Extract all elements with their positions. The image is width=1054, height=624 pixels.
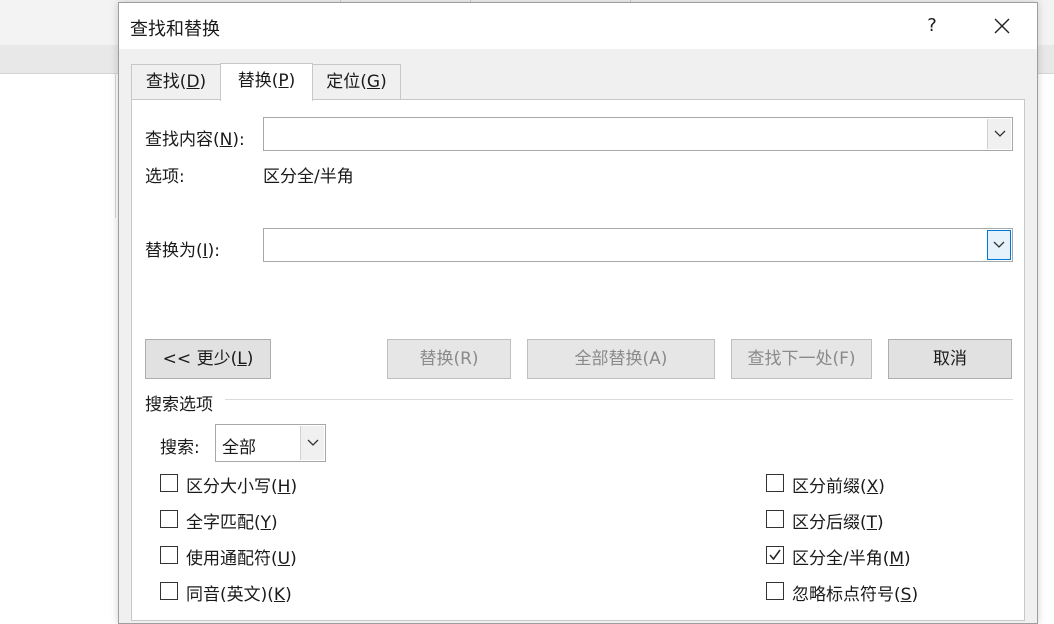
checkbox-label-text: 全字匹配( [186, 513, 261, 533]
checkbox-unchecked[interactable] [766, 510, 784, 528]
checkbox-access-key: T [866, 513, 878, 533]
tab-label-end: ) [380, 72, 387, 92]
replace-with-label: 替换为(I): [145, 236, 220, 261]
checkbox-label: 全字匹配(Y) [186, 508, 278, 533]
checkbox-unchecked[interactable] [160, 582, 178, 600]
close-button[interactable] [987, 11, 1017, 41]
search-direction-select[interactable]: 全部 [215, 424, 326, 462]
tab-label: 定位( [326, 72, 367, 92]
tab-access-key: D [186, 72, 200, 92]
replace-all-button[interactable]: 全部替换(A) [527, 339, 715, 379]
checkbox-access-key: S [900, 585, 912, 605]
chevron-down-icon [993, 241, 1005, 248]
replace-button[interactable]: 替换(R) [387, 339, 511, 379]
checkbox-label-text: 同音(英文)( [186, 585, 274, 605]
tab-access-key: P [278, 71, 289, 91]
checkbox-access-key: X [866, 477, 879, 497]
find-what-text-end: ): [232, 130, 245, 150]
less-button-label: << 更少( [162, 349, 238, 369]
tab-label: 替换( [237, 71, 279, 91]
help-button[interactable]: ? [919, 13, 945, 39]
search-direction-dropdown-button[interactable] [300, 426, 324, 460]
replace-with-dropdown-button[interactable] [987, 230, 1011, 260]
dialog-titlebar[interactable]: 查找和替换 ? [119, 3, 1037, 49]
tab-goto[interactable]: 定位(G) [312, 64, 401, 100]
find-replace-dialog: 查找和替换 ? 查找(D) 替换(P) 定位(G) 查找内容(N): 选项: 区… [118, 2, 1038, 624]
checkmark-icon [769, 549, 781, 561]
tab-access-key: G [366, 72, 381, 92]
less-button-label-end: ) [246, 349, 254, 369]
find-what-combo[interactable] [263, 117, 1013, 151]
close-icon [994, 18, 1010, 34]
replace-with-text: 替换为( [145, 241, 203, 261]
checkbox-label: 区分前缀(X) [792, 472, 885, 497]
checkbox-label: 使用通配符(U) [186, 544, 297, 569]
checkbox-unchecked[interactable] [160, 474, 178, 492]
checkbox-label-end: ) [878, 477, 885, 497]
checkbox-access-key: Y [260, 513, 272, 533]
search-direction-label: 搜索: [160, 438, 200, 458]
search-options-divider [225, 399, 1013, 400]
dialog-title: 查找和替换 [130, 19, 220, 40]
checkbox-access-key: H [277, 477, 291, 497]
find-what-dropdown-button[interactable] [987, 119, 1011, 149]
replace-with-text-end: ): [207, 241, 221, 261]
checkbox-label-end: ) [911, 585, 919, 605]
checkbox-label-text: 使用通配符( [186, 549, 278, 569]
checkbox-label-end: ) [285, 585, 292, 605]
checkbox-unchecked[interactable] [160, 510, 178, 528]
find-next-button[interactable]: 查找下一处(F) [731, 339, 872, 379]
checkbox-label-end: ) [290, 549, 297, 569]
document-page-edge [115, 73, 116, 218]
search-direction-value: 全部 [222, 438, 256, 458]
checkbox-label-end: ) [904, 549, 911, 569]
checkbox-label-end: ) [877, 513, 884, 533]
options-value: 区分全/半角 [263, 167, 354, 187]
replace-with-combo[interactable] [263, 228, 1013, 262]
checkbox-label: 区分后缀(T) [792, 508, 884, 533]
checkbox-unchecked[interactable] [766, 474, 784, 492]
tab-replace[interactable]: 替换(P) [220, 63, 313, 101]
checkbox-label-end: ) [271, 513, 278, 533]
checkbox-label-text: 区分前缀( [792, 477, 867, 497]
checkbox-label: 同音(英文)(K) [186, 580, 292, 605]
checkbox-unchecked[interactable] [766, 582, 784, 600]
tab-label-end: ) [288, 71, 296, 91]
checkbox-label-text: 忽略标点符号( [792, 585, 901, 605]
chevron-down-icon [994, 130, 1005, 137]
less-button[interactable]: << 更少(L) [145, 339, 271, 379]
checkbox-access-key: U [277, 549, 291, 569]
checkbox-label-text: 区分全/半角( [792, 549, 890, 569]
less-button-access-key: L [237, 349, 247, 369]
checkbox-label: 忽略标点符号(S) [792, 580, 918, 605]
checkbox-label-text: 区分后缀( [792, 513, 867, 533]
tab-label-end: ) [199, 72, 207, 92]
checkbox-access-key: M [889, 549, 905, 569]
cancel-button[interactable]: 取消 [888, 339, 1012, 379]
checkbox-label-end: ) [290, 477, 298, 497]
find-what-label: 查找内容(N): [145, 125, 245, 150]
chevron-down-icon [307, 439, 318, 446]
checkbox-access-key: K [273, 585, 286, 605]
checkbox-label: 区分大小写(H) [186, 472, 297, 497]
find-what-access-key: N [219, 130, 233, 150]
checkbox-label-text: 区分大小写( [186, 477, 278, 497]
tab-find[interactable]: 查找(D) [131, 64, 221, 100]
find-what-text: 查找内容( [145, 130, 220, 150]
tab-label: 查找( [145, 72, 187, 92]
search-options-heading: 搜索选项 [145, 395, 213, 415]
checkbox-unchecked[interactable] [160, 546, 178, 564]
checkbox-label: 区分全/半角(M) [792, 544, 911, 569]
checkbox-checked[interactable] [766, 546, 784, 564]
options-label: 选项: [145, 167, 185, 187]
